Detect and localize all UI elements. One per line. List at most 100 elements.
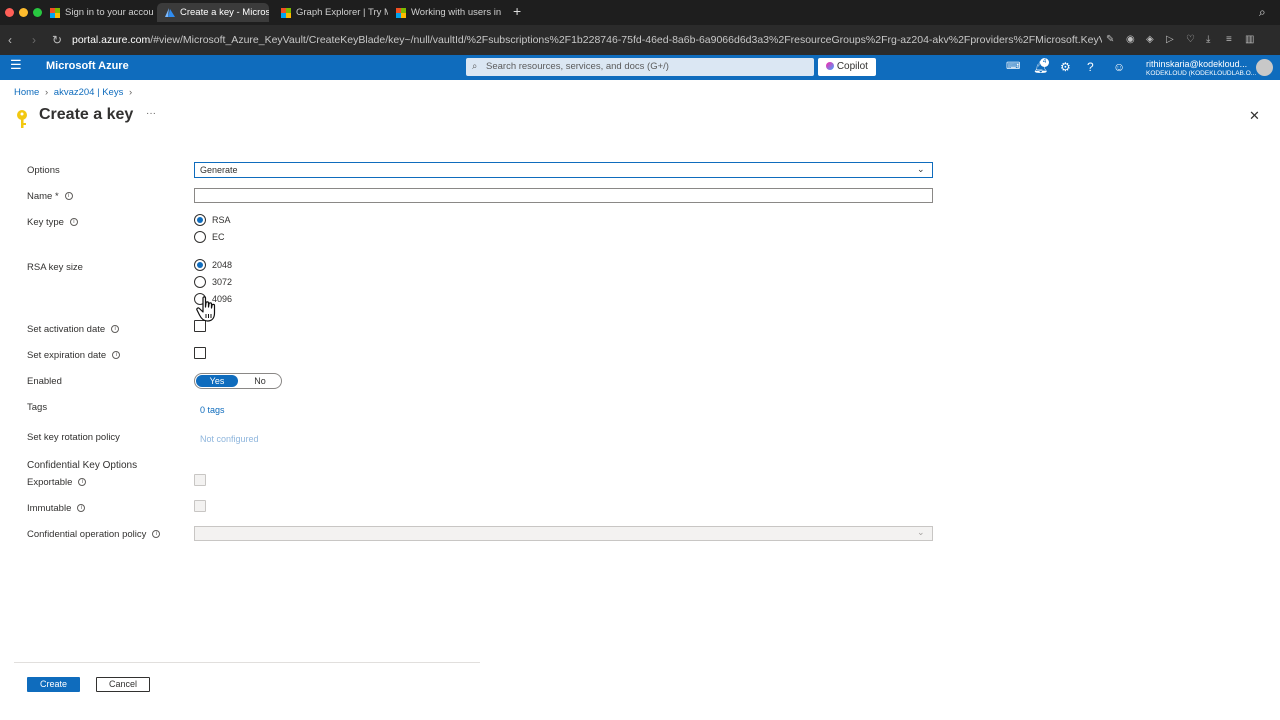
- enabled-no-option[interactable]: No: [239, 375, 281, 387]
- footer-divider: [14, 662, 480, 663]
- url-field[interactable]: portal.azure.com/#view/Microsoft_Azure_K…: [72, 30, 1102, 50]
- tab-title: Create a key - Microsoft: [180, 7, 269, 18]
- tab-title: Graph Explorer | Try Mic: [296, 7, 388, 18]
- enabled-yes-option[interactable]: Yes: [196, 375, 238, 387]
- search-placeholder: Search resources, services, and docs (G+…: [486, 61, 669, 72]
- azure-top-bar: ☰ Microsoft Azure ⌕ Search resources, se…: [0, 55, 1280, 80]
- page-title: Create a key: [39, 106, 134, 123]
- feedback-icon[interactable]: ☺: [1113, 60, 1125, 74]
- name-label: Name * i: [27, 191, 73, 202]
- close-window-button[interactable]: [5, 8, 14, 17]
- portal-menu-icon[interactable]: ☰: [10, 58, 22, 72]
- avatar[interactable]: [1256, 59, 1273, 76]
- tab-title: Working with users in M: [411, 7, 503, 18]
- key-type-rsa-label[interactable]: RSA: [212, 215, 231, 225]
- breadcrumb-separator-icon: ›: [44, 87, 49, 98]
- activation-date-label: Set activation date i: [27, 324, 120, 335]
- rotation-policy-label: Set key rotation policy: [27, 432, 120, 443]
- tab-search-icon[interactable]: ⌕: [1259, 5, 1266, 20]
- confidential-policy-label: Confidential operation policy i: [27, 529, 161, 540]
- forward-icon[interactable]: ›: [32, 32, 36, 48]
- immutable-checkbox[interactable]: [194, 500, 206, 512]
- browser-tab-create-key[interactable]: Create a key - Microsoft: [157, 3, 269, 22]
- edit-icon[interactable]: ✎: [1106, 32, 1114, 48]
- maximize-window-button[interactable]: [33, 8, 42, 17]
- expiration-date-label: Set expiration date i: [27, 350, 121, 361]
- camera-icon[interactable]: ◉: [1126, 32, 1135, 48]
- info-icon[interactable]: i: [111, 325, 120, 334]
- create-button[interactable]: Create: [27, 677, 80, 692]
- info-icon[interactable]: i: [69, 218, 78, 227]
- rsa-size-3072-label[interactable]: 3072: [212, 277, 232, 287]
- rsa-size-3072-radio[interactable]: [194, 276, 206, 288]
- user-tenant[interactable]: KODEKLOUD (KODEKLOUDLAB.O...: [1146, 70, 1256, 77]
- expiration-date-checkbox[interactable]: [194, 347, 206, 359]
- key-type-rsa-radio[interactable]: [194, 214, 206, 226]
- more-options-button[interactable]: ···: [146, 108, 156, 119]
- user-email[interactable]: rithinskaria@kodekloud...: [1146, 59, 1247, 69]
- cloud-shell-icon[interactable]: ⌨: [1006, 60, 1020, 74]
- key-name-input[interactable]: [194, 188, 933, 203]
- new-tab-button[interactable]: +: [513, 4, 521, 18]
- settings-gear-icon[interactable]: ⚙: [1060, 60, 1071, 74]
- confidential-options-heading: Confidential Key Options: [27, 460, 138, 471]
- search-icon: ⌕: [472, 61, 478, 72]
- confidential-policy-dropdown[interactable]: ⌄: [194, 526, 933, 541]
- tags-link[interactable]: 0 tags: [200, 405, 225, 415]
- cancel-button[interactable]: Cancel: [96, 677, 150, 692]
- key-type-ec-label[interactable]: EC: [212, 232, 225, 242]
- menu-icon[interactable]: ≡: [1226, 32, 1232, 48]
- copilot-icon: [826, 62, 835, 71]
- options-dropdown[interactable]: Generate ⌄: [194, 162, 933, 178]
- sidebar-icon[interactable]: ▥: [1245, 32, 1254, 48]
- microsoft-logo-icon: [396, 7, 406, 18]
- tags-label: Tags: [27, 402, 48, 413]
- reload-icon[interactable]: ↻: [52, 32, 62, 48]
- rsa-key-size-label: RSA key size: [27, 262, 83, 273]
- help-icon[interactable]: ?: [1087, 60, 1094, 74]
- breadcrumb-vault-keys[interactable]: akvaz204 | Keys: [54, 87, 124, 98]
- back-icon[interactable]: ‹: [8, 32, 12, 48]
- breadcrumb-separator-icon: ›: [128, 87, 133, 98]
- info-icon[interactable]: i: [112, 351, 121, 360]
- tab-title: Sign in to your account: [65, 7, 154, 18]
- close-blade-button[interactable]: ✕: [1249, 108, 1260, 124]
- enabled-label: Enabled: [27, 376, 62, 387]
- breadcrumb-home[interactable]: Home: [14, 87, 39, 98]
- options-selected-value: Generate: [200, 165, 238, 175]
- hand-cursor-icon: [196, 296, 218, 325]
- rsa-size-2048-radio[interactable]: [194, 259, 206, 271]
- azure-logo-icon: [165, 7, 175, 18]
- key-icon: [15, 109, 29, 132]
- browser-tab-working-with-users[interactable]: Working with users in M: [388, 3, 503, 22]
- rotation-policy-link[interactable]: Not configured: [200, 434, 259, 444]
- info-icon[interactable]: i: [78, 478, 87, 487]
- exportable-checkbox[interactable]: [194, 474, 206, 486]
- rsa-size-2048-label[interactable]: 2048: [212, 260, 232, 270]
- azure-title[interactable]: Microsoft Azure: [46, 60, 129, 72]
- microsoft-logo-icon: [281, 7, 291, 18]
- chevron-down-icon: ⌄: [917, 164, 925, 174]
- info-icon[interactable]: i: [64, 192, 73, 201]
- copilot-button[interactable]: Copilot: [818, 58, 876, 76]
- info-icon[interactable]: i: [152, 530, 161, 539]
- chevron-down-icon: ⌄: [917, 527, 925, 537]
- shield-icon[interactable]: ◈: [1146, 32, 1154, 48]
- info-icon[interactable]: i: [77, 504, 86, 513]
- immutable-label: Immutable i: [27, 503, 86, 514]
- download-icon[interactable]: ⤓: [1206, 32, 1210, 48]
- key-type-label: Key type i: [27, 217, 78, 228]
- browser-tab-strip: Sign in to your account Create a key - M…: [0, 0, 1280, 25]
- browser-tab-graph-explorer[interactable]: Graph Explorer | Try Mic: [273, 3, 388, 22]
- enabled-toggle: Yes No: [194, 373, 282, 389]
- browser-tab-sign-in[interactable]: Sign in to your account: [42, 3, 154, 22]
- key-type-ec-radio[interactable]: [194, 231, 206, 243]
- options-label: Options: [27, 165, 60, 176]
- play-icon[interactable]: ▷: [1166, 32, 1174, 48]
- global-search-input[interactable]: ⌕ Search resources, services, and docs (…: [466, 58, 814, 76]
- breadcrumb: Home › akvaz204 | Keys ›: [14, 87, 132, 98]
- heart-icon[interactable]: ♡: [1186, 32, 1195, 48]
- copilot-label: Copilot: [836, 61, 868, 72]
- notification-count-badge: 4: [1040, 58, 1049, 67]
- minimize-window-button[interactable]: [19, 8, 28, 17]
